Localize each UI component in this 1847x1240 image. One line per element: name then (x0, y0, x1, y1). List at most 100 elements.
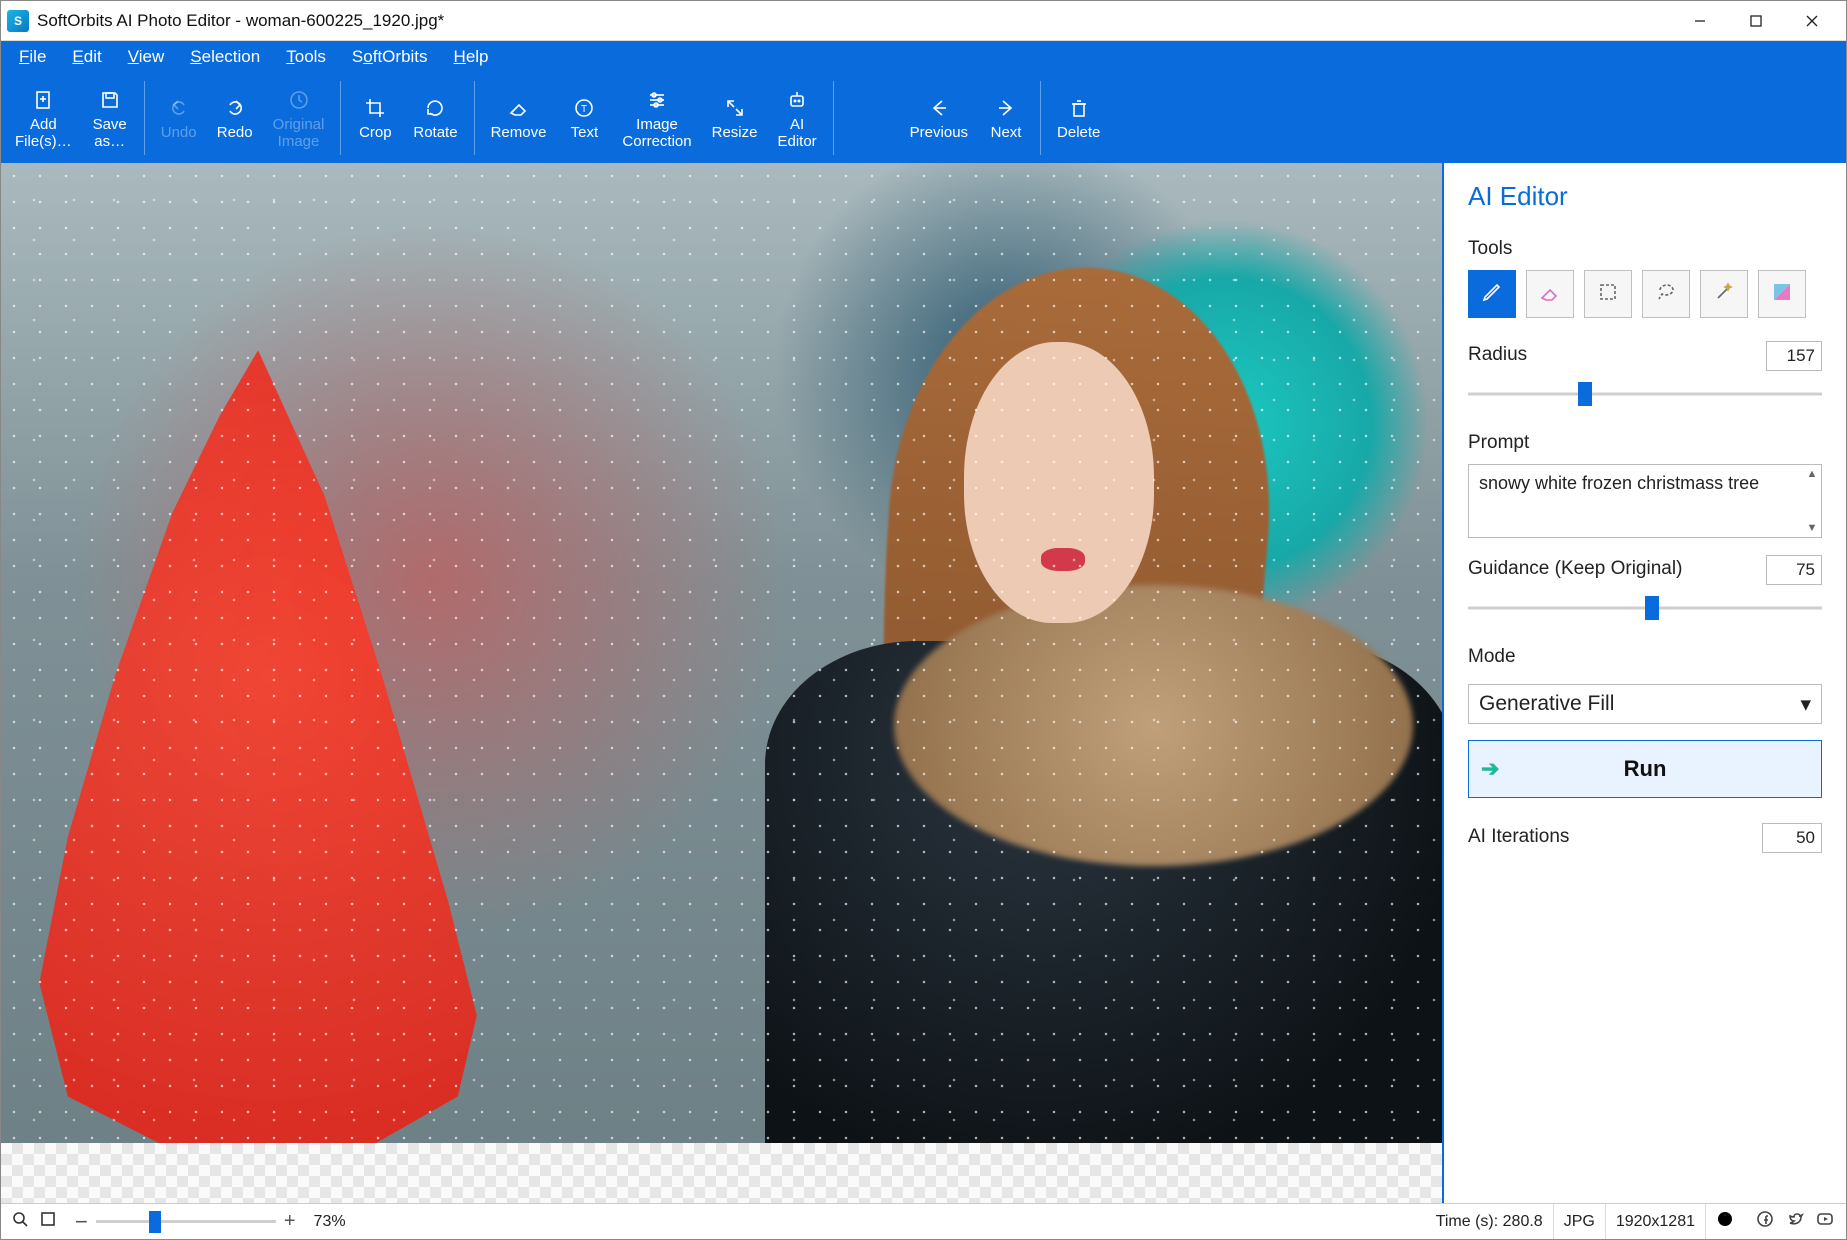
arrow-left-icon (928, 94, 950, 122)
tools-label: Tools (1468, 238, 1822, 260)
text-button[interactable]: T Text (556, 73, 612, 163)
zoom-fit-icon[interactable] (39, 1210, 57, 1233)
gradient-icon (1770, 280, 1794, 309)
menu-view[interactable]: View (122, 45, 171, 69)
magic-wand-tool[interactable] (1700, 270, 1748, 318)
iterations-label: AI Iterations (1468, 826, 1569, 848)
menu-selection[interactable]: Selection (184, 45, 266, 69)
twitter-icon[interactable] (1786, 1210, 1804, 1233)
rect-select-icon (1596, 280, 1620, 309)
maximize-button[interactable] (1728, 1, 1784, 41)
menu-edit[interactable]: Edit (66, 45, 107, 69)
scroll-down-icon[interactable]: ▼ (1805, 521, 1819, 535)
image-correction-button[interactable]: ImageCorrection (612, 73, 701, 163)
save-as-button[interactable]: Saveas… (82, 73, 138, 163)
rotate-icon (424, 94, 446, 122)
sliders-icon (646, 86, 668, 114)
eraser-tool[interactable] (1526, 270, 1574, 318)
eraser-icon (507, 94, 529, 122)
menu-help[interactable]: Help (448, 45, 495, 69)
guidance-label: Guidance (Keep Original) (1468, 558, 1682, 580)
rotate-button[interactable]: Rotate (403, 73, 467, 163)
titlebar: S SoftOrbits AI Photo Editor - woman-600… (1, 1, 1846, 41)
guidance-value[interactable]: 75 (1766, 555, 1822, 585)
pencil-icon (1480, 280, 1504, 309)
run-label: Run (1624, 756, 1667, 782)
revert-icon (288, 86, 310, 114)
remove-button[interactable]: Remove (481, 73, 557, 163)
window-title: SoftOrbits AI Photo Editor - woman-60022… (37, 11, 444, 31)
radius-slider[interactable] (1468, 384, 1822, 404)
radius-value[interactable]: 157 (1766, 341, 1822, 371)
zoom-slider[interactable] (96, 1204, 276, 1239)
radius-label: Radius (1468, 344, 1527, 366)
undo-button[interactable]: Undo (151, 73, 207, 163)
add-file-icon (32, 86, 54, 114)
toolbar: AddFile(s)… Saveas… Undo Redo OriginalIm… (1, 73, 1846, 163)
run-arrow-icon: ➔ (1481, 756, 1499, 782)
dimensions-label: 1920x1281 (1616, 1213, 1695, 1231)
resize-button[interactable]: Resize (702, 73, 768, 163)
trash-icon (1068, 94, 1090, 122)
menubar: File Edit View Selection Tools SoftOrbit… (1, 41, 1846, 73)
menu-file[interactable]: File (13, 45, 52, 69)
menu-softorbits[interactable]: SoftOrbits (346, 45, 434, 69)
prompt-input[interactable]: snowy white frozen christmass tree ▲ ▼ (1468, 464, 1822, 538)
info-icon[interactable] (1716, 1210, 1734, 1233)
zoom-actual-icon[interactable] (11, 1210, 29, 1233)
transparent-area (1, 1143, 1442, 1203)
chevron-down-icon: ▾ (1800, 692, 1811, 717)
brush-mask-overlay (30, 350, 506, 1161)
facebook-icon[interactable] (1756, 1210, 1774, 1233)
save-icon (99, 86, 121, 114)
prompt-text: snowy white frozen christmass tree (1479, 473, 1759, 493)
text-icon: T (573, 94, 595, 122)
undo-icon (168, 94, 190, 122)
panel-title: AI Editor (1468, 181, 1822, 212)
svg-text:T: T (581, 104, 587, 115)
delete-button[interactable]: Delete (1047, 73, 1110, 163)
mode-value: Generative Fill (1479, 692, 1614, 716)
crop-button[interactable]: Crop (347, 73, 403, 163)
original-image-button[interactable]: OriginalImage (263, 73, 335, 163)
minimize-button[interactable] (1672, 1, 1728, 41)
add-files-button[interactable]: AddFile(s)… (5, 73, 82, 163)
zoom-in-button[interactable]: + (276, 1210, 304, 1233)
canvas-area[interactable] (1, 163, 1442, 1203)
crop-icon (364, 94, 386, 122)
lasso-icon (1654, 280, 1678, 309)
app-icon: S (7, 10, 29, 32)
gradient-tool[interactable] (1758, 270, 1806, 318)
image-preview[interactable] (1, 163, 1442, 1203)
tools-row (1468, 270, 1822, 318)
guidance-slider[interactable] (1468, 598, 1822, 618)
run-button[interactable]: ➔ Run (1468, 740, 1822, 798)
time-label: Time (s): 280.8 (1436, 1213, 1543, 1231)
lasso-tool[interactable] (1642, 270, 1690, 318)
scroll-up-icon[interactable]: ▲ (1805, 467, 1819, 481)
prompt-label: Prompt (1468, 432, 1822, 454)
resize-icon (724, 94, 746, 122)
redo-icon (224, 94, 246, 122)
ai-editor-button[interactable]: AIEditor (767, 73, 826, 163)
ai-editor-panel: AI Editor Tools Radius 157 Prompt snowy … (1442, 163, 1846, 1203)
close-button[interactable] (1784, 1, 1840, 41)
iterations-value[interactable]: 50 (1762, 823, 1822, 853)
menu-tools[interactable]: Tools (280, 45, 332, 69)
previous-button[interactable]: Previous (900, 73, 978, 163)
magic-wand-icon (1712, 280, 1736, 309)
mode-select[interactable]: Generative Fill ▾ (1468, 684, 1822, 724)
redo-button[interactable]: Redo (207, 73, 263, 163)
pencil-tool[interactable] (1468, 270, 1516, 318)
zoom-out-button[interactable]: − (67, 1209, 96, 1235)
format-label: JPG (1564, 1213, 1595, 1231)
eraser-icon (1538, 280, 1562, 309)
mode-label: Mode (1468, 646, 1822, 668)
status-bar: − + 73% Time (s): 280.8 JPG 1920x1281 (1, 1203, 1846, 1239)
next-button[interactable]: Next (978, 73, 1034, 163)
robot-icon (786, 86, 808, 114)
zoom-percent: 73% (314, 1213, 346, 1231)
youtube-icon[interactable] (1816, 1210, 1834, 1233)
rect-select-tool[interactable] (1584, 270, 1632, 318)
arrow-right-icon (995, 94, 1017, 122)
